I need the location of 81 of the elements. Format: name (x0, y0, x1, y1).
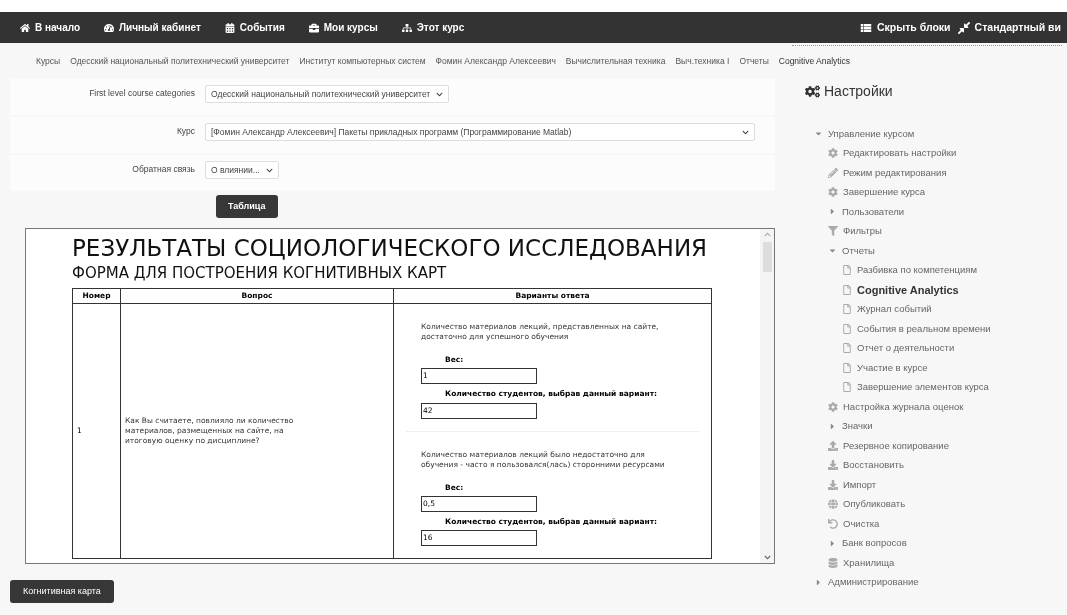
settings-link[interactable]: Журнал событий (857, 302, 932, 317)
scroll-up-icon[interactable] (763, 231, 771, 238)
settings-link[interactable]: Хранилища (843, 555, 895, 570)
settings-link[interactable]: Фильтры (843, 224, 882, 239)
settings-link[interactable]: Банк вопросов (842, 536, 907, 551)
report-subtitle: ФОРМА ДЛЯ ПОСТРОЕНИЯ КОГНИТИВНЫХ КАРТ (72, 263, 448, 283)
field-label: Курс (175, 125, 196, 138)
settings-link[interactable]: Импорт (843, 477, 877, 492)
calendar-icon (224, 22, 235, 33)
field-label: Обратная связь (131, 163, 196, 176)
settings-link[interactable]: Восстановить (843, 458, 904, 473)
chevron-down-icon (742, 128, 749, 136)
download-icon (828, 460, 838, 471)
page-icon (842, 304, 852, 315)
breadcrumb-link[interactable]: Курсы (36, 54, 61, 68)
gears-icon (805, 83, 820, 99)
settings-link[interactable]: Отчет о деятельности (857, 341, 955, 356)
settings-link[interactable]: Управление курсом (828, 126, 915, 141)
settings-link[interactable]: Опубликовать (843, 497, 906, 512)
gear-icon (828, 187, 838, 198)
gear-icon (828, 401, 838, 412)
breadcrumb-link[interactable]: Отчеты (739, 54, 769, 68)
nav-link[interactable]: Стандартный ви (956, 19, 1061, 36)
table-button[interactable]: Таблица (216, 195, 278, 218)
briefcase-icon (308, 22, 319, 33)
pencil-icon (828, 167, 838, 178)
nav-link[interactable]: Скрыть блоки (858, 19, 951, 36)
block-title: Настройки (824, 81, 893, 101)
select-field[interactable]: Одесский национальный политехнический университет (205, 85, 450, 103)
chevron-down-icon (436, 90, 444, 98)
page-icon (842, 323, 852, 334)
download-icon (828, 479, 838, 490)
nav-link[interactable]: События (224, 20, 285, 35)
report-title: РЕЗУЛЬТАТЫ СОЦИОЛОГИЧЕСКОГО ИССЛЕДОВАНИЯ (72, 234, 709, 263)
settings-link[interactable]: Администрирование (828, 575, 919, 590)
page-icon (842, 343, 852, 354)
select-field[interactable]: [Фомин Александр Алексеевич] Пакеты прикладных программ (Программирование Matlab) (205, 123, 755, 141)
page-icon (842, 265, 852, 276)
settings-link[interactable]: Отчеты (842, 243, 875, 258)
nav-link[interactable]: Мои курсы (308, 20, 378, 35)
page-icon (842, 382, 852, 393)
gear-icon (828, 148, 838, 159)
page-icon (842, 284, 852, 295)
settings-link[interactable]: Настройка журнала оценок (843, 399, 964, 414)
storage-icon (828, 557, 838, 568)
cognitive-map-button[interactable]: Когнитивная карта (10, 580, 114, 604)
settings-link[interactable]: Режим редактирования (843, 165, 947, 180)
globe-icon (828, 499, 838, 510)
filter-icon (828, 226, 838, 237)
settings-link[interactable]: Участие в курсе (857, 360, 928, 375)
upload-icon (828, 440, 838, 451)
settings-link[interactable]: Cognitive Analytics (857, 281, 959, 298)
nav-link[interactable]: В начало (20, 20, 81, 35)
breadcrumb-link[interactable]: Институт компьютерных систем (299, 54, 426, 68)
nav-link[interactable]: Этот курс (401, 20, 465, 35)
settings-link[interactable]: Очистка (843, 516, 880, 531)
scrollbar[interactable] (760, 229, 774, 563)
field-label: First level course categories (88, 87, 196, 100)
settings-link[interactable]: Пользователи (842, 204, 904, 219)
chevron-down-icon (265, 166, 273, 174)
settings-link[interactable]: Значки (842, 419, 873, 434)
settings-link[interactable]: Завершение курса (843, 185, 926, 200)
scroll-down-icon[interactable] (763, 554, 771, 561)
settings-link[interactable]: Разбивка по компетенциям (857, 263, 977, 278)
arrows-icon (956, 20, 971, 35)
settings-link[interactable]: Редактировать настройки (843, 146, 957, 161)
home-icon (20, 22, 30, 33)
breadcrumb-link[interactable]: Cognitive Analytics (778, 54, 851, 68)
settings-link[interactable]: Завершение элементов курса (857, 380, 989, 395)
breadcrumb-link[interactable]: Выч.техника I (675, 54, 730, 68)
gauge-icon (104, 22, 115, 33)
page-icon (842, 362, 852, 373)
select-field[interactable]: О влиянии... (205, 161, 279, 179)
settings-link[interactable]: События в реальном времени (857, 321, 991, 336)
settings-link[interactable]: Резервное копирование (843, 438, 949, 453)
breadcrumb-link[interactable]: Вычислительная техника (565, 54, 666, 68)
sitemap-icon (401, 22, 412, 33)
nav-link[interactable]: Личный кабинет (104, 20, 201, 35)
breadcrumb-link[interactable]: Фомин Александр Алексеевич (435, 54, 556, 68)
breadcrumb-link[interactable]: Одесский национальный политехнический университет (70, 54, 290, 68)
reset-icon (828, 518, 838, 529)
